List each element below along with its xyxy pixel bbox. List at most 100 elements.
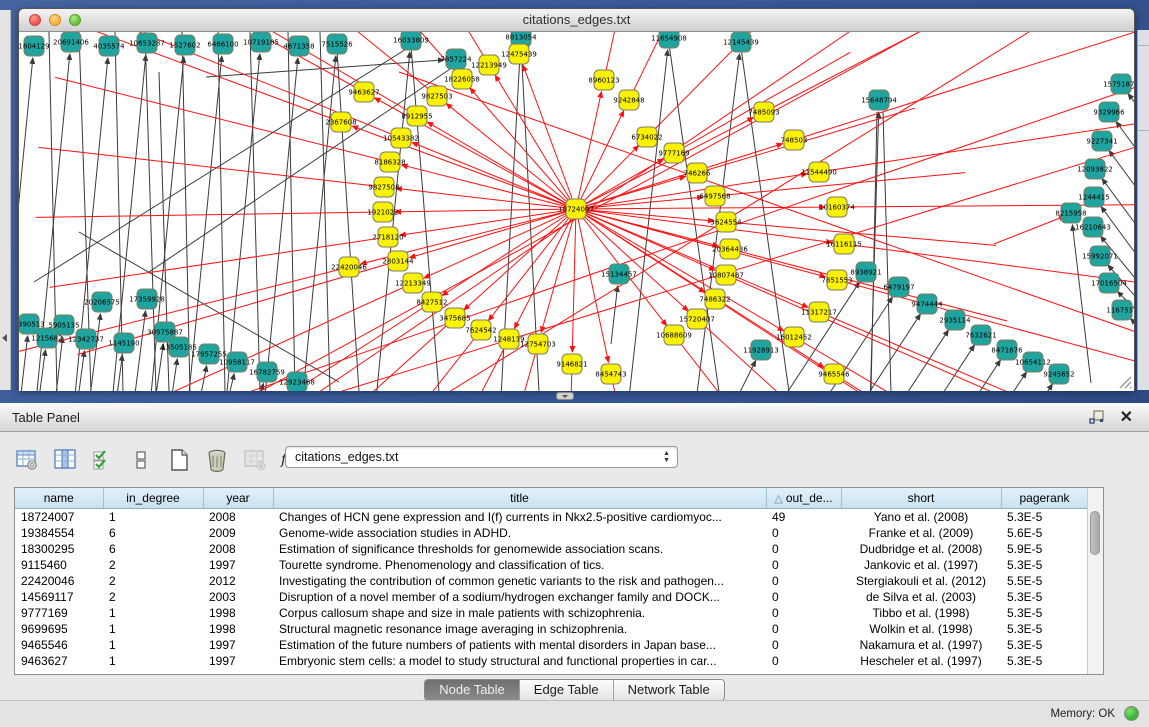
table-selector-dropdown[interactable]: citations_edges.txt ▲▼	[285, 446, 678, 468]
citation-network-graph[interactable]: 1604129206914064035574106532871527602646…	[19, 32, 1134, 391]
resize-grip-icon[interactable]	[1116, 373, 1132, 389]
table-row[interactable]: 977716911998Corpus callosum shape and si…	[15, 605, 1088, 621]
cell-in_degree[interactable]: 2	[103, 557, 203, 573]
cell-out_degree[interactable]: 0	[766, 557, 841, 573]
cell-short[interactable]: Yano et al. (2008)	[841, 509, 1001, 526]
cell-title[interactable]: Investigating the contribution of common…	[273, 573, 766, 589]
cell-year[interactable]: 2012	[203, 573, 273, 589]
cell-title[interactable]: Genome-wide association studies in ADHD.	[273, 525, 766, 541]
cell-out_degree[interactable]: 0	[766, 541, 841, 557]
cell-name[interactable]: 18300295	[15, 541, 103, 557]
cell-year[interactable]: 1997	[203, 653, 273, 669]
cell-short[interactable]: Tibbo et al. (1998)	[841, 605, 1001, 621]
cell-pagerank[interactable]: 5.3E-5	[1001, 557, 1088, 573]
cell-out_degree[interactable]: 49	[766, 509, 841, 526]
cell-pagerank[interactable]: 5.5E-5	[1001, 573, 1088, 589]
cell-pagerank[interactable]: 5.3E-5	[1001, 621, 1088, 637]
table-header-row[interactable]: namein_degreeyeartitle△out_de...shortpag…	[15, 488, 1088, 509]
select-all-button[interactable]	[90, 447, 116, 473]
cell-title[interactable]: Tourette syndrome. Phenomenology and cla…	[273, 557, 766, 573]
table-row[interactable]: 1830029562008Estimation of significance …	[15, 541, 1088, 557]
cell-name[interactable]: 18724007	[15, 509, 103, 526]
unselect-all-button[interactable]	[128, 447, 154, 473]
cell-pagerank[interactable]: 5.3E-5	[1001, 605, 1088, 621]
column-header-short[interactable]: short	[841, 488, 1001, 509]
table-row[interactable]: 2242004622012Investigating the contribut…	[15, 573, 1088, 589]
cell-short[interactable]: Jankovic et al. (1997)	[841, 557, 1001, 573]
horizontal-splitter-handle[interactable]	[556, 392, 574, 400]
cell-short[interactable]: Stergiakouli et al. (2012)	[841, 573, 1001, 589]
delete-rows-button[interactable]	[204, 447, 230, 473]
cell-in_degree[interactable]: 2	[103, 573, 203, 589]
cell-title[interactable]: Estimation of significance thresholds fo…	[273, 541, 766, 557]
cell-year[interactable]: 2008	[203, 509, 273, 526]
table-scrollbar[interactable]	[1087, 488, 1103, 674]
cell-title[interactable]: Changes of HCN gene expression and I(f) …	[273, 509, 766, 526]
table-row[interactable]: 946554611997Estimation of the future num…	[15, 637, 1088, 653]
node-table-grid[interactable]: namein_degreeyeartitle△out_de...shortpag…	[15, 488, 1089, 669]
cell-pagerank[interactable]: 5.3E-5	[1001, 509, 1088, 526]
cell-name[interactable]: 19384554	[15, 525, 103, 541]
delete-table-button[interactable]	[242, 447, 268, 473]
cell-pagerank[interactable]: 5.3E-5	[1001, 653, 1088, 669]
cell-pagerank[interactable]: 5.9E-5	[1001, 541, 1088, 557]
cell-year[interactable]: 2003	[203, 589, 273, 605]
table-row[interactable]: 1456911722003Disruption of a novel membe…	[15, 589, 1088, 605]
collapsed-right-panel[interactable]	[1137, 30, 1149, 390]
column-header-out_degree[interactable]: △out_de...	[766, 488, 841, 509]
cell-year[interactable]: 1997	[203, 637, 273, 653]
cell-year[interactable]: 2009	[203, 525, 273, 541]
table-row[interactable]: 946362711997Embryonic stem cells: a mode…	[15, 653, 1088, 669]
table-settings-button[interactable]	[14, 447, 40, 473]
cell-title[interactable]: Structural magnetic resonance image aver…	[273, 621, 766, 637]
tab-network-table[interactable]: Network Table	[614, 680, 724, 700]
network-graph-canvas[interactable]: 1604129206914064035574106532871527602646…	[19, 32, 1134, 391]
cell-name[interactable]: 9463627	[15, 653, 103, 669]
cell-name[interactable]: 14569117	[15, 589, 103, 605]
tab-edge-table[interactable]: Edge Table	[520, 680, 614, 700]
cell-name[interactable]: 9465546	[15, 637, 103, 653]
cell-title[interactable]: Embryonic stem cells: a model to study s…	[273, 653, 766, 669]
column-header-pagerank[interactable]: pagerank	[1001, 488, 1088, 509]
cell-short[interactable]: Dudbridge et al. (2008)	[841, 541, 1001, 557]
collapsed-left-panel[interactable]	[0, 10, 11, 390]
column-header-year[interactable]: year	[203, 488, 273, 509]
table-row[interactable]: 969969511998Structural magnetic resonanc…	[15, 621, 1088, 637]
cell-name[interactable]: 22420046	[15, 573, 103, 589]
cell-in_degree[interactable]: 6	[103, 541, 203, 557]
cell-out_degree[interactable]: 0	[766, 525, 841, 541]
cell-pagerank[interactable]: 5.3E-5	[1001, 589, 1088, 605]
cell-title[interactable]: Disruption of a novel member of a sodium…	[273, 589, 766, 605]
close-panel-icon[interactable]: ✕	[1120, 407, 1133, 427]
cell-name[interactable]: 9699695	[15, 621, 103, 637]
table-scrollbar-thumb[interactable]	[1090, 511, 1100, 555]
cell-out_degree[interactable]: 0	[766, 605, 841, 621]
column-header-title[interactable]: title	[273, 488, 766, 509]
float-panel-icon[interactable]	[1089, 409, 1105, 425]
select-column-button[interactable]	[52, 447, 78, 473]
cell-in_degree[interactable]: 1	[103, 637, 203, 653]
cell-name[interactable]: 9777169	[15, 605, 103, 621]
network-window-titlebar[interactable]: citations_edges.txt	[19, 9, 1134, 32]
cell-in_degree[interactable]: 1	[103, 653, 203, 669]
new-table-button[interactable]	[166, 447, 192, 473]
memory-status-indicator[interactable]	[1124, 706, 1139, 721]
column-header-in_degree[interactable]: in_degree	[103, 488, 203, 509]
cell-pagerank[interactable]: 5.3E-5	[1001, 637, 1088, 653]
cell-out_degree[interactable]: 0	[766, 573, 841, 589]
cell-out_degree[interactable]: 0	[766, 589, 841, 605]
cell-pagerank[interactable]: 5.6E-5	[1001, 525, 1088, 541]
cell-short[interactable]: de Silva et al. (2003)	[841, 589, 1001, 605]
cell-in_degree[interactable]: 1	[103, 621, 203, 637]
cell-year[interactable]: 1998	[203, 621, 273, 637]
cell-year[interactable]: 1998	[203, 605, 273, 621]
cell-title[interactable]: Estimation of the future numbers of pati…	[273, 637, 766, 653]
cell-out_degree[interactable]: 0	[766, 621, 841, 637]
cell-out_degree[interactable]: 0	[766, 653, 841, 669]
cell-year[interactable]: 1997	[203, 557, 273, 573]
cell-short[interactable]: Hescheler et al. (1997)	[841, 653, 1001, 669]
cell-in_degree[interactable]: 2	[103, 589, 203, 605]
cell-out_degree[interactable]: 0	[766, 637, 841, 653]
cell-in_degree[interactable]: 1	[103, 605, 203, 621]
cell-name[interactable]: 9115460	[15, 557, 103, 573]
